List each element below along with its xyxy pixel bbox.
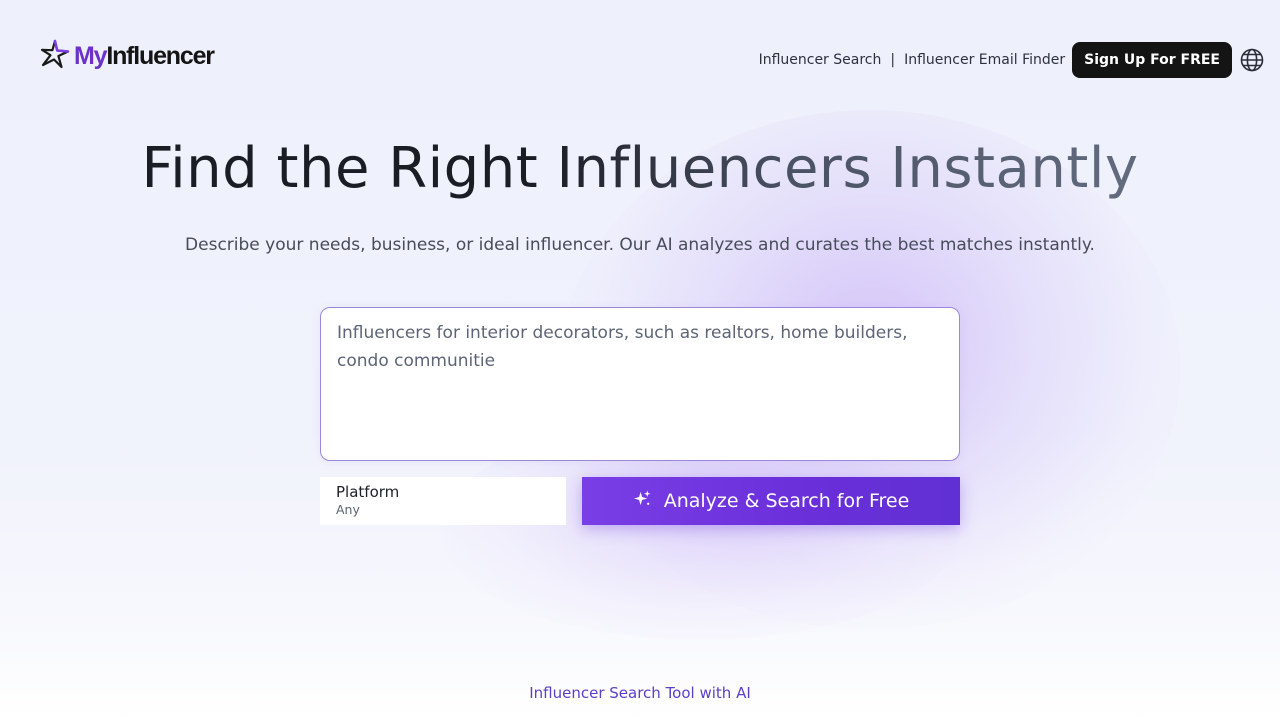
nav-influencer-search[interactable]: Influencer Search (759, 52, 882, 68)
analyze-search-button[interactable]: Analyze & Search for Free (582, 477, 960, 525)
nav-separator: | (890, 52, 896, 68)
search-input[interactable]: Influencers for interior decorators, suc… (320, 307, 960, 461)
platform-label: Platform (336, 483, 400, 501)
nav-email-finder[interactable]: Influencer Email Finder (904, 52, 1065, 68)
page-subtitle: Describe your needs, business, or ideal … (185, 235, 1095, 255)
platform-value: Any (336, 502, 360, 517)
analyze-button-label: Analyze & Search for Free (663, 490, 910, 512)
star-icon (40, 39, 70, 73)
globe-icon[interactable] (1240, 48, 1264, 72)
logo[interactable]: MyInfluencer (40, 39, 215, 73)
top-nav: Influencer Search | Influencer Email Fin… (759, 42, 1264, 78)
logo-text: MyInfluencer (74, 41, 215, 70)
platform-select[interactable]: Platform Any (320, 477, 566, 525)
footer-tool-link[interactable]: Influencer Search Tool with AI (0, 684, 1280, 702)
page-title: Find the Right Influencers Instantly (0, 136, 1280, 201)
sparkle-icon (633, 489, 652, 513)
signup-button[interactable]: Sign Up For FREE (1072, 42, 1232, 78)
